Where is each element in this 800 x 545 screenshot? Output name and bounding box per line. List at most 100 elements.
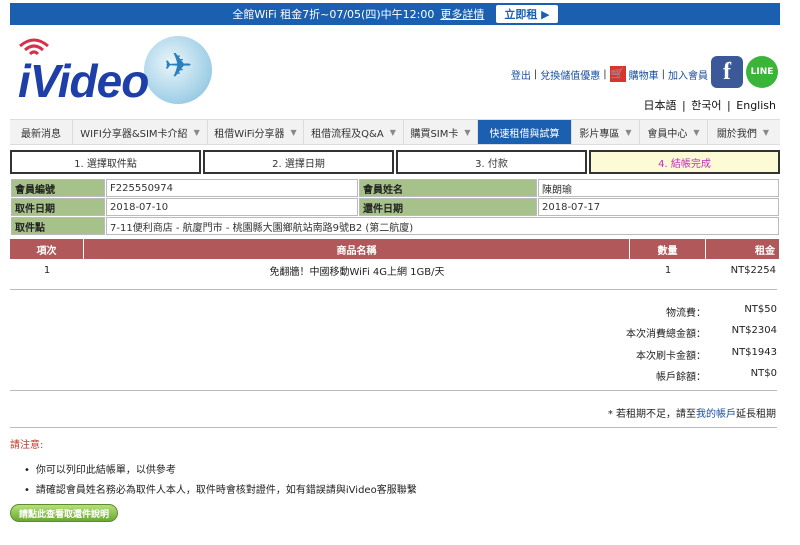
lang-english[interactable]: English: [736, 99, 776, 112]
nav-label: 關於我們: [716, 128, 757, 140]
pickup-guide-button[interactable]: 請點此查看取還件說明: [10, 504, 118, 522]
summary-label: 帳戶餘額：: [656, 372, 706, 383]
summary-value: NT$1943: [731, 347, 777, 358]
caret-down-icon: ▼: [290, 127, 297, 137]
logout-link[interactable]: 登出: [511, 67, 531, 82]
ivideo-logo[interactable]: ✈ iVideo: [14, 32, 224, 107]
promo-banner: 全館WiFi 租金7折~07/05(四)中午12:00 更多詳情 立即租 ▶: [10, 3, 780, 25]
lang-japanese[interactable]: 日本語: [643, 99, 676, 112]
member-name-value: 陳朗瑜: [538, 179, 779, 197]
redeem-link[interactable]: 兌換儲值優惠: [540, 67, 600, 82]
summary-label: 本次消費總金額：: [626, 329, 706, 340]
cart-icon[interactable]: 🛒: [609, 66, 626, 82]
note-suffix: 延長租期: [736, 409, 776, 420]
list-item: 你可以列印此結帳單，以供參考: [24, 461, 417, 476]
step-choose-date: 2. 選擇日期: [203, 150, 394, 174]
facebook-icon[interactable]: f: [711, 56, 743, 88]
goods-header: 項次 商品名稱 數量 租金: [10, 239, 780, 259]
language-switcher: 日本語 | 한국어 | English: [643, 99, 776, 112]
step-payment: 3. 付款: [396, 150, 587, 174]
promo-text: 全館WiFi 租金7折~07/05(四)中午12:00: [232, 8, 435, 21]
caret-down-icon: ▼: [693, 127, 700, 137]
col-qty-header: 數量: [630, 239, 706, 259]
nav-label: 會員中心: [647, 128, 688, 140]
nav-label: 最新消息: [21, 128, 61, 140]
rent-now-button[interactable]: 立即租 ▶: [496, 5, 558, 23]
nav-rent-process[interactable]: 租借流程及Q&A ▼: [304, 120, 404, 144]
my-account-link[interactable]: 我的帳戶: [696, 409, 736, 420]
caret-down-icon: ▼: [464, 127, 471, 137]
airplane-icon: ✈: [164, 46, 193, 86]
pickup-point-value: 7-11便利商店 - 航廈門市 - 桃園縣大園鄉航站南路9號B2 (第二航廈): [106, 217, 779, 235]
line-icon[interactable]: LINE: [746, 56, 778, 88]
order-info-table: 會員編號 F225550974 會員姓名 陳朗瑜 取件日期 2018-07-10…: [10, 178, 780, 236]
note-prefix: * 若租期不足，請至: [607, 409, 696, 420]
nav-videos[interactable]: 影片專區 ▼: [572, 120, 640, 144]
col-name-header: 商品名稱: [84, 239, 630, 259]
caret-down-icon: ▼: [389, 127, 396, 137]
table-row: 1 免翻牆！中國移動WiFi 4G上網 1GB/天 1 NT$2254: [10, 259, 780, 281]
summary-label: 本次刷卡金額：: [636, 351, 706, 362]
separator: |: [661, 68, 665, 80]
nav-label: 購買SIM卡: [410, 128, 459, 140]
checkout-steps: 1. 選擇取件點 2. 選擇日期 3. 付款 4. 結帳完成: [10, 150, 780, 174]
nav-label: WIFI分享器&SIM卡介紹: [80, 128, 188, 140]
caret-down-icon: ▼: [193, 127, 200, 137]
nav-news[interactable]: 最新消息: [10, 120, 73, 144]
row-rent: NT$2254: [730, 264, 776, 276]
nav-rent-wifi[interactable]: 租借WiFi分享器 ▼: [208, 120, 304, 144]
extend-note: * 若租期不足，請至我的帳戶延長租期: [608, 405, 776, 420]
divider: [10, 427, 777, 428]
divider: [10, 390, 777, 391]
nav-label: 租借WiFi分享器: [214, 128, 285, 140]
member-id-value: F225550974: [106, 179, 358, 197]
goods-table: 項次 商品名稱 數量 租金 1 免翻牆！中國移動WiFi 4G上網 1GB/天 …: [10, 239, 780, 281]
row-no: 1: [43, 264, 51, 276]
rent-now-label: 立即租: [504, 8, 538, 21]
summary-value: NT$50: [744, 304, 777, 315]
nav-quick-rent[interactable]: 快速租借與試算: [478, 120, 572, 144]
separator: |: [603, 68, 607, 80]
step-choose-pickup: 1. 選擇取件點: [10, 150, 201, 174]
separator: |: [533, 68, 538, 80]
summary-value: NT$0: [750, 368, 777, 379]
lang-korean[interactable]: 한국어: [691, 99, 721, 112]
attention-heading: 請注意:: [10, 440, 44, 451]
summary-card-charge: 本次刷卡金額： NT$1943: [560, 347, 777, 362]
notice-list: 你可以列印此結帳單，以供參考 請確認會員姓名務必為取件人本人，取件時會核對證件，…: [24, 461, 417, 501]
summary-value: NT$2304: [731, 325, 777, 336]
step-complete: 4. 結帳完成: [589, 150, 780, 174]
member-id-label: 會員編號: [11, 179, 105, 197]
row-qty: 1: [664, 264, 672, 276]
summary-shipping: 物流費： NT$50: [560, 304, 777, 319]
col-no-header: 項次: [10, 239, 84, 259]
cart-link[interactable]: 購物車: [629, 67, 659, 82]
list-item: 請確認會員姓名務必為取件人本人，取件時會核對證件，如有錯誤請與iVideo客服聯…: [24, 481, 417, 496]
divider: [10, 289, 777, 290]
nav-label: 租借流程及Q&A: [311, 128, 384, 140]
nav-member-center[interactable]: 會員中心 ▼: [640, 120, 708, 144]
account-links: 登出 | 兌換儲值優惠 | 🛒 購物車 | 加入會員: [511, 66, 708, 82]
pickup-date-label: 取件日期: [11, 198, 105, 216]
nav-buy-sim[interactable]: 購買SIM卡 ▼: [404, 120, 478, 144]
summary-balance: 帳戶餘額： NT$0: [560, 368, 777, 383]
caret-down-icon: ▼: [625, 127, 632, 137]
member-name-label: 會員姓名: [359, 179, 537, 197]
nav-label: 影片專區: [579, 128, 620, 140]
caret-down-icon: ▼: [762, 127, 770, 137]
return-date-label: 還件日期: [359, 198, 537, 216]
main-nav: 最新消息 WIFI分享器&SIM卡介紹 ▼ 租借WiFi分享器 ▼ 租借流程及Q&A…: [10, 119, 780, 145]
col-rent-header: 租金: [706, 239, 780, 259]
promo-more-link[interactable]: 更多詳情: [440, 6, 484, 22]
nav-wifi-sim-intro[interactable]: WIFI分享器&SIM卡介紹 ▼: [73, 120, 208, 144]
summary-label: 物流費：: [666, 308, 706, 319]
nav-about[interactable]: 關於我們 ▼: [708, 120, 778, 144]
pickup-date-value: 2018-07-10: [106, 198, 358, 216]
row-name: 免翻牆！中國移動WiFi 4G上網 1GB/天: [269, 266, 445, 278]
nav-label: 快速租借與試算: [489, 128, 560, 140]
logo-wordmark: iVideo: [18, 55, 149, 107]
join-member-link[interactable]: 加入會員: [668, 67, 708, 82]
summary-total: 本次消費總金額： NT$2304: [560, 325, 777, 340]
return-date-value: 2018-07-17: [538, 198, 779, 216]
pickup-point-label: 取件點: [11, 217, 105, 235]
